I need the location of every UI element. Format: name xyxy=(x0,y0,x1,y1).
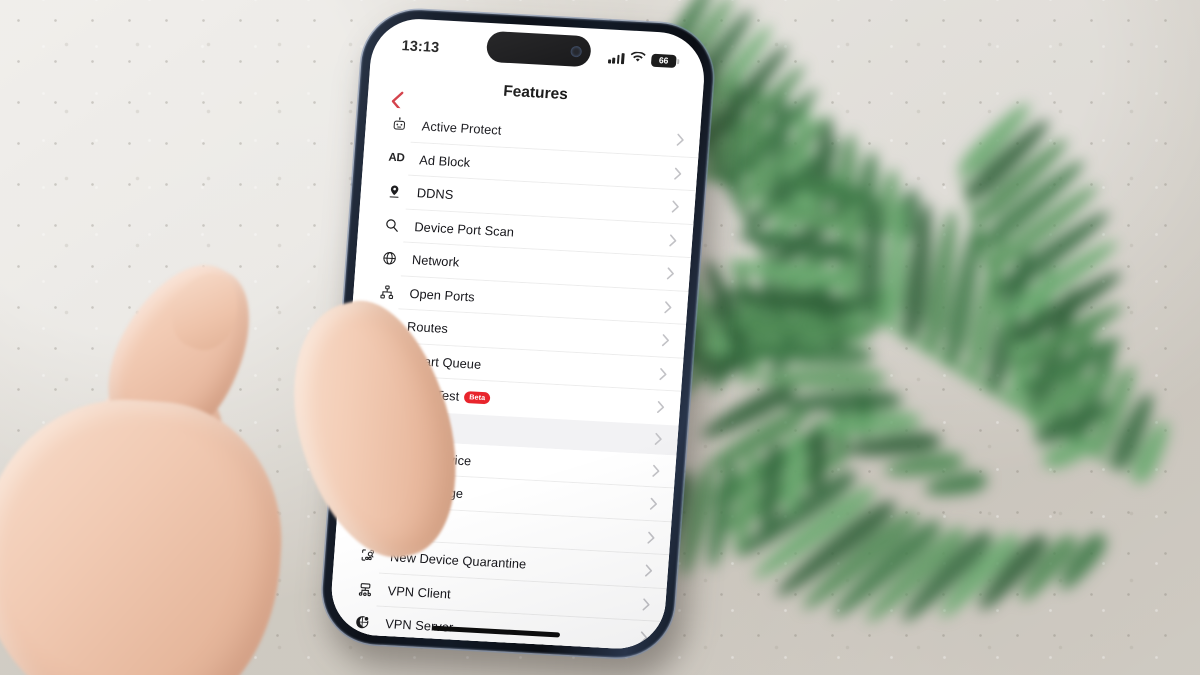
status-indicators: 66 xyxy=(607,49,680,69)
chevron-right-icon xyxy=(675,133,686,147)
chevron-right-icon xyxy=(641,598,652,612)
chevron-right-icon xyxy=(663,300,674,314)
list-item-label: Open Ports xyxy=(409,285,476,305)
battery-tip xyxy=(677,58,680,64)
battery-level-label: 66 xyxy=(650,53,677,68)
list-item-label: Device Port Scan xyxy=(413,218,515,240)
cellular-signal-icon xyxy=(607,52,625,64)
palm-of-hand xyxy=(0,389,291,675)
list-item-label: New Device Quarantine xyxy=(389,549,527,572)
chevron-right-icon xyxy=(655,401,666,415)
chevron-right-icon[interactable] xyxy=(653,432,664,446)
list-item-label: VPN Client xyxy=(387,582,452,602)
chevron-right-icon xyxy=(668,234,679,248)
chevron-right-icon xyxy=(643,564,654,578)
list-item-label: Routes xyxy=(406,319,449,337)
front-camera-icon xyxy=(570,45,583,57)
list-item-label: Ad Block xyxy=(418,152,471,170)
chevron-right-icon xyxy=(673,167,684,181)
status-time: 13:13 xyxy=(401,38,440,57)
chevron-right-icon xyxy=(651,464,662,478)
location-pin-icon xyxy=(380,183,407,199)
battery-icon: 66 xyxy=(650,53,680,68)
list-item-label: DDNS xyxy=(416,185,454,203)
chevron-right-icon xyxy=(665,267,676,281)
chevron-right-icon xyxy=(646,531,657,545)
chevron-right-icon xyxy=(658,367,669,381)
network-nodes-icon xyxy=(373,284,400,300)
list-item-label: Network xyxy=(411,252,460,270)
beta-badge: Beta xyxy=(463,390,491,405)
dynamic-island xyxy=(485,30,592,68)
vpn-client-icon xyxy=(351,581,378,597)
chevron-right-icon xyxy=(648,497,659,511)
page-title: Features xyxy=(502,82,569,104)
ad-icon-label: AD xyxy=(387,151,405,165)
list-item-label: Smart Queue xyxy=(404,352,482,372)
wifi-icon xyxy=(630,51,646,68)
ad-text-icon: AD xyxy=(383,152,410,165)
chevron-right-icon xyxy=(638,631,649,645)
vpn-server-globe-icon xyxy=(349,614,376,630)
robot-icon xyxy=(385,117,412,133)
chevron-right-icon xyxy=(660,334,671,348)
list-item-label: Active Protect xyxy=(421,118,502,138)
photo-scene: 13:13 66 Features Active Protect AD Ad B… xyxy=(0,0,1200,675)
globe-icon xyxy=(376,250,403,266)
magnifier-icon xyxy=(378,217,405,233)
chevron-right-icon xyxy=(670,200,681,214)
palm-leaflet xyxy=(829,404,852,468)
